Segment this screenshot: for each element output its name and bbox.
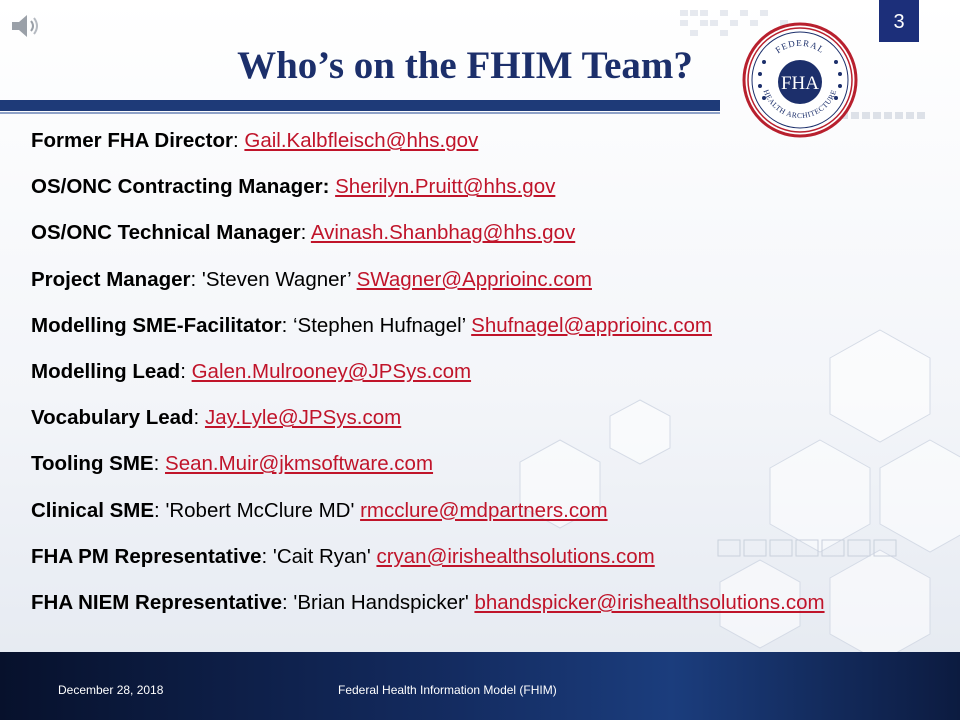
footer-title: Federal Health Information Model (FHIM): [338, 683, 557, 697]
team-member-row: OS/ONC Contracting Manager: Sherilyn.Pru…: [31, 170, 931, 216]
member-role-label: Project Manager: [31, 267, 191, 291]
role-separator: :: [193, 406, 205, 430]
role-separator: :: [261, 544, 273, 568]
member-role-label: FHA NIEM Representative: [31, 590, 282, 614]
fha-seal-logo: FEDERAL HEALTH ARCHITECTURE FHA: [742, 22, 858, 138]
team-list: Former FHA Director: Gail.Kalbfleisch@hh…: [31, 124, 931, 632]
team-member-row: Vocabulary Lead: Jay.Lyle@JPSys.com: [31, 401, 931, 447]
member-email-link[interactable]: rmcclure@mdpartners.com: [360, 499, 608, 522]
role-separator: :: [180, 359, 192, 383]
team-member-row: FHA NIEM Representative: 'Brian Handspic…: [31, 586, 931, 632]
team-member-row: OS/ONC Technical Manager: Avinash.Shanbh…: [31, 216, 931, 262]
member-role-label: FHA PM Representative: [31, 544, 262, 568]
member-email-link[interactable]: bhandspicker@irishealthsolutions.com: [474, 591, 824, 614]
title-underline-bar: [0, 100, 720, 111]
member-role-label: Modelling Lead: [31, 359, 181, 383]
role-separator: :: [282, 590, 294, 614]
member-role-label: Former FHA Director: [31, 129, 233, 152]
member-email-link[interactable]: Jay.Lyle@JPSys.com: [205, 406, 401, 429]
member-email-link[interactable]: Sherilyn.Pruitt@hhs.gov: [335, 175, 555, 198]
member-email-link[interactable]: Gail.Kalbfleisch@hhs.gov: [244, 129, 478, 152]
team-member-row: Project Manager: 'Steven Wagner’ SWagner…: [31, 263, 931, 309]
member-name: 'Cait Ryan': [272, 544, 377, 568]
member-role-label: Modelling SME-Facilitator: [31, 313, 282, 337]
member-role-label: Clinical SME: [31, 498, 155, 522]
slide-title: Who’s on the FHIM Team?: [237, 44, 693, 87]
team-member-row: Modelling Lead: Galen.Mulrooney@JPSys.co…: [31, 355, 931, 401]
role-separator: :: [300, 221, 311, 245]
slide: Who’s on the FHIM Team? 3 FEDERAL HEALTH…: [0, 0, 960, 720]
team-member-row: FHA PM Representative: 'Cait Ryan' cryan…: [31, 540, 931, 586]
role-separator: :: [233, 129, 245, 152]
member-email-link[interactable]: Galen.Mulrooney@JPSys.com: [192, 360, 471, 383]
team-member-row: Former FHA Director: Gail.Kalbfleisch@hh…: [31, 124, 931, 170]
role-separator: :: [153, 452, 166, 476]
footer-bar: December 28, 2018 Federal Health Informa…: [0, 652, 960, 720]
member-name: ‘Stephen Hufnagel’: [292, 313, 472, 337]
member-role-label: Tooling SME: [31, 452, 154, 476]
footer-date: December 28, 2018: [58, 683, 164, 697]
member-role-label: OS/ONC Technical Manager: [31, 221, 301, 245]
member-name: 'Brian Handspicker': [293, 590, 475, 614]
team-member-row: Tooling SME: Sean.Muir@jkmsoftware.com: [31, 447, 931, 493]
member-email-link[interactable]: Shufnagel@apprioinc.com: [471, 314, 712, 337]
role-separator: :: [190, 267, 202, 291]
title-underline-thin: [0, 112, 720, 114]
member-email-link[interactable]: Avinash.Shanbhag@hhs.gov: [311, 221, 575, 244]
member-email-link[interactable]: Sean.Muir@jkmsoftware.com: [165, 452, 433, 475]
member-name: 'Robert McClure MD': [165, 498, 361, 522]
member-role-label: OS/ONC Contracting Manager:: [31, 175, 330, 199]
member-email-link[interactable]: cryan@irishealthsolutions.com: [376, 545, 654, 568]
role-separator: :: [154, 498, 166, 522]
team-member-row: Clinical SME: 'Robert McClure MD' rmcclu…: [31, 494, 931, 540]
role-separator: :: [281, 313, 293, 337]
team-member-row: Modelling SME-Facilitator: ‘Stephen Hufn…: [31, 309, 931, 355]
speaker-icon[interactable]: [10, 12, 40, 40]
page-number-badge: 3: [879, 0, 919, 42]
member-role-label: Vocabulary Lead: [31, 406, 194, 430]
seal-abbr: FHA: [781, 73, 819, 94]
member-name: 'Steven Wagner’: [201, 267, 357, 291]
member-email-link[interactable]: SWagner@Apprioinc.com: [357, 268, 592, 291]
